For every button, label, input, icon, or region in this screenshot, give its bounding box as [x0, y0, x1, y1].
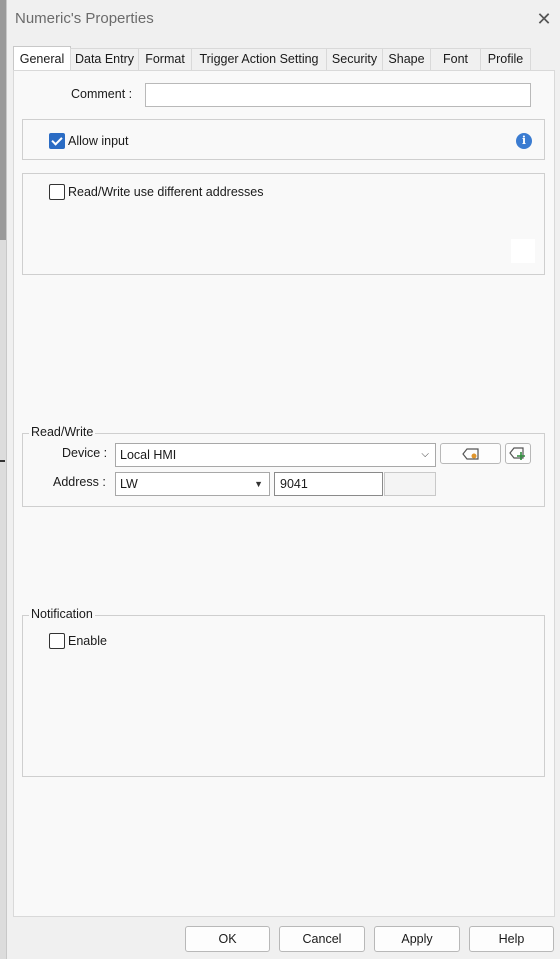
background-marker: [0, 460, 5, 462]
tab-general[interactable]: General: [13, 46, 71, 70]
notification-enable-checkbox[interactable]: [49, 633, 65, 649]
address-label: Address :: [53, 475, 106, 489]
device-label: Device :: [62, 446, 108, 460]
help-button[interactable]: Help: [469, 926, 554, 952]
address-extra-field: [384, 472, 436, 496]
device-value: Local HMI: [120, 448, 177, 462]
add-tag-button[interactable]: [505, 443, 531, 464]
tag-button[interactable]: [440, 443, 501, 464]
allow-input-checkbox[interactable]: [49, 133, 65, 149]
rw-different-addresses-checkbox[interactable]: [49, 184, 65, 200]
tag-icon: [461, 448, 479, 460]
tab-shape[interactable]: Shape: [382, 48, 431, 70]
device-dropdown[interactable]: Local HMI ⌵: [115, 443, 436, 467]
allow-input-group: Allow input i: [22, 119, 545, 160]
comment-field[interactable]: [145, 83, 531, 107]
address-type-value: LW: [120, 477, 138, 491]
ok-button[interactable]: OK: [185, 926, 270, 952]
tab-security[interactable]: Security: [326, 48, 383, 70]
tab-font[interactable]: Font: [430, 48, 481, 70]
address-value: 9041: [280, 477, 308, 491]
preview-box: [511, 239, 535, 263]
properties-dialog: Numeric's Properties ✕ General Data Entr…: [6, 0, 560, 959]
read-write-legend: Read/Write: [29, 425, 96, 439]
apply-button[interactable]: Apply: [374, 926, 460, 952]
notification-enable-label: Enable: [68, 634, 107, 648]
address-value-field[interactable]: 9041: [274, 472, 383, 496]
title-bar: Numeric's Properties ✕: [7, 0, 560, 38]
address-mode-group: Read/Write use different addresses: [22, 173, 545, 275]
tag-add-icon: [509, 447, 525, 460]
chevron-down-icon: ⌵: [421, 449, 429, 460]
address-type-dropdown[interactable]: LW ▼: [115, 472, 270, 496]
notification-group: Notification Enable: [22, 607, 545, 777]
allow-input-label: Allow input: [68, 134, 129, 148]
tab-profile[interactable]: Profile: [480, 48, 531, 70]
tab-format[interactable]: Format: [138, 48, 192, 70]
tab-data-entry[interactable]: Data Entry: [70, 48, 139, 70]
general-tab-panel: Comment : Allow input i Read/Write use d…: [13, 70, 555, 917]
tab-trigger-action-setting[interactable]: Trigger Action Setting: [191, 48, 327, 70]
notification-legend: Notification: [29, 607, 95, 621]
close-icon[interactable]: ✕: [533, 8, 555, 30]
window-title: Numeric's Properties: [15, 10, 154, 27]
cancel-button[interactable]: Cancel: [279, 926, 365, 952]
comment-label: Comment :: [71, 87, 133, 101]
info-icon[interactable]: i: [516, 133, 532, 149]
rw-different-addresses-label: Read/Write use different addresses: [68, 185, 264, 199]
triangle-down-icon: ▼: [254, 479, 263, 489]
read-write-group: Read/Write Device : Local HMI ⌵ Address …: [22, 425, 545, 507]
